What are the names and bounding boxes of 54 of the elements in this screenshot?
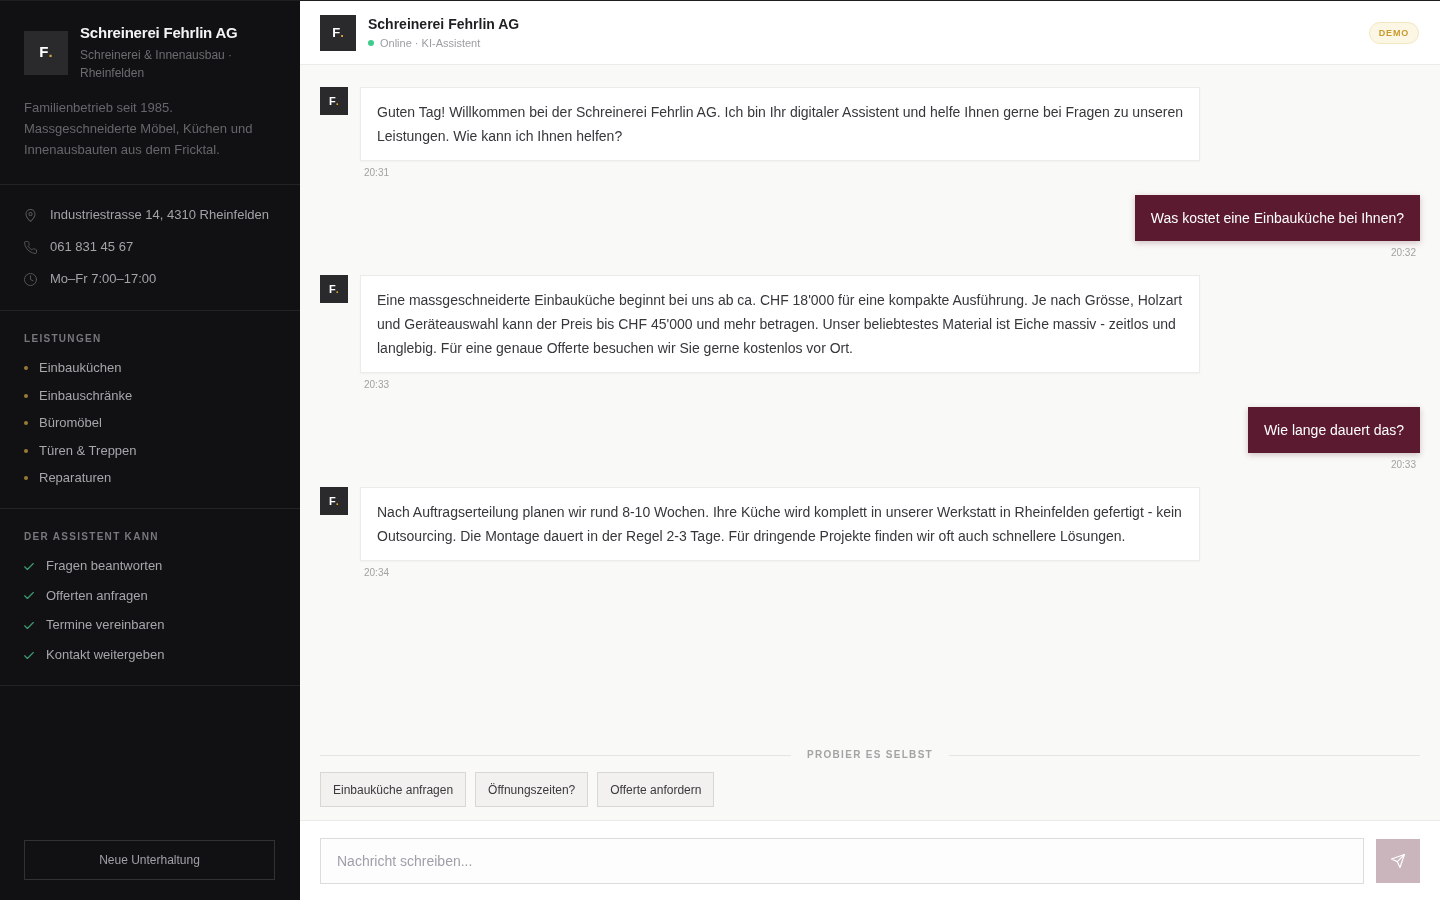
bot-message: Guten Tag! Willkommen bei der Schreinerei Fehrlin AG. Ich bin Ihr digitaler Assistent und helfe Ihnen gerne bei Fragen zu unseren Leistungen. Wie kann ich Ihnen helfen? [360,87,1200,161]
send-icon [1391,853,1405,868]
capability-item: Kontakt weitergeben [46,646,165,665]
bullet-icon [24,448,28,453]
user-message: Wie lange dauert das? [1247,407,1420,453]
section-heading: DER ASSISTENT KANN [24,531,160,543]
chat-title: Schreinerei Fehrlin AG [368,15,520,34]
message-time: 20:31 [364,167,390,179]
clock-icon [24,272,37,286]
message-time: 20:33 [364,379,390,391]
bullet-icon [24,366,28,370]
contact-text: 061 831 45 67 [50,238,134,256]
check-icon [24,621,34,629]
message-time: 20:33 [1390,459,1416,471]
company-tagline: Schreinerei & Innenausbau · Rheinfelden [80,47,234,82]
capability-item: Termine vereinbaren [46,616,165,635]
contact-text: Mo–Fr 7:00–17:00 [50,270,157,288]
demo-badge: DEMO [1368,21,1419,44]
status-text: Online · KI-Assistent [380,36,481,51]
suggestion-chip[interactable]: Offerte anfordern [597,772,715,807]
bot-message: Nach Auftragserteilung planen wir rund 8-10 Wochen. Ihre Küche wird komplett in unserer Werkstatt in Rheinfelden gefertigt - kein Outsourcing. Die Montage dauert in der Regel 2-3 Tage. Für dringende Projekte finden wir oft auch schnellere Lösungen. [360,487,1200,561]
bot-avatar: F. [320,487,348,515]
bullet-icon [24,476,28,480]
logo-tile: F. [24,30,68,75]
bullet-icon [24,421,28,425]
bullet-icon [24,393,28,398]
section-heading: LEISTUNGEN [24,333,103,345]
message-time: 20:32 [1390,247,1416,259]
service-item: Reparaturen [39,469,112,487]
service-item: Einbauküchen [39,359,122,377]
check-icon [24,651,34,659]
company-name: Schreinerei Fehrlin AG [80,23,239,43]
user-message: Was kostet eine Einbauküche bei Ihnen? [1134,195,1420,241]
assistant-avatar: F. [320,14,356,51]
service-item: Türen & Treppen [39,441,137,460]
phone-icon [24,240,37,254]
service-item: Einbauschränke [39,386,133,405]
check-icon [24,592,34,600]
suggestion-chip[interactable]: Einbauküche anfragen [320,772,467,807]
new-chat-button[interactable]: Neue Unterhaltung [24,840,275,880]
capability-item: Offerten anfragen [46,586,148,605]
check-icon [24,562,34,570]
bot-avatar: F. [320,275,348,303]
suggestions-label: PROBIER ES SELBST [807,749,933,761]
service-item: Büromöbel [39,414,102,432]
company-description: Familienbetrieb seit 1985. Massgeschneiderte Möbel, Küchen und Innenausbauten aus dem Fricktal. [24,99,254,159]
contact-text: Industriestrasse 14, 4310 Rheinfelden [50,206,269,224]
message-time: 20:34 [364,567,390,579]
bot-message: Eine massgeschneiderte Einbauküche beginnt bei uns ab ca. CHF 18'000 für eine kompakte Ausführung. Je nach Grösse, Holzart und Geräteauswahl kann der Preis bis CHF 45'000 und mehr betragen. Unser beliebtestes Material ist Eiche massiv - zeitlos und langlebig. Für eine genaue Offerte besuchen wir Sie gerne kostenlos vor Ort. [360,275,1200,373]
suggestion-chip[interactable]: Öffnungszeiten? [475,772,589,807]
capability-item: Fragen beantworten [46,557,163,575]
map-pin-icon [24,208,37,222]
message-input[interactable]: Nachricht schreiben... [320,837,1364,884]
bot-avatar: F. [320,87,348,115]
